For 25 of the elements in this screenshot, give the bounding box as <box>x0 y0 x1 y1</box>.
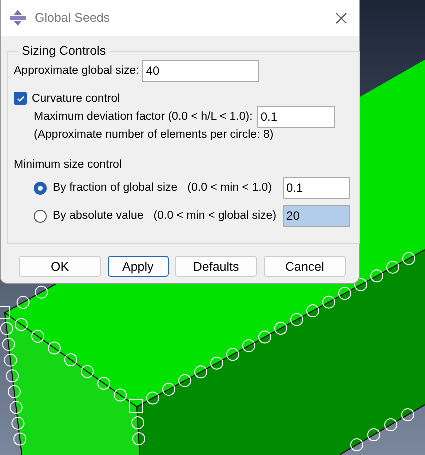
section-title: Minimum size control <box>14 159 123 171</box>
dialog-button[interactable]: Cancel <box>264 256 346 277</box>
dialog-button[interactable]: Defaults <box>175 256 258 277</box>
radio-label: By fraction of global size <box>53 182 178 194</box>
dialog-button[interactable]: Apply <box>108 256 169 277</box>
window-title: Global Seeds <box>35 11 112 25</box>
min-size-field[interactable]: 20 <box>282 205 350 227</box>
field-label: Maximum deviation factor (0.0 < h/L < 1.0): <box>34 111 253 123</box>
global-size-field[interactable]: 40 <box>142 60 260 82</box>
range-text: (0.0 < min < 1.0) <box>188 182 272 194</box>
radio-label: By absolute value <box>53 210 144 222</box>
note-text: (Approximate number of elements per circle: 8) <box>34 129 274 141</box>
min-size-field[interactable]: 0.1 <box>282 177 350 199</box>
checkbox-label: Curvature control <box>32 92 120 104</box>
curvature-checkbox[interactable] <box>14 92 27 105</box>
field-label: Approximate global size: <box>14 65 140 77</box>
group-title: Sizing Controls <box>21 44 108 58</box>
deviation-field[interactable]: 0.1 <box>256 106 335 128</box>
radio-button[interactable] <box>34 182 47 194</box>
range-text: (0.0 < min < global size) <box>154 210 277 222</box>
close-icon[interactable] <box>336 12 347 24</box>
app-icon <box>10 10 26 26</box>
radio-button[interactable] <box>34 210 47 222</box>
dialog-button[interactable]: OK <box>19 256 101 277</box>
check-icon <box>16 94 26 104</box>
